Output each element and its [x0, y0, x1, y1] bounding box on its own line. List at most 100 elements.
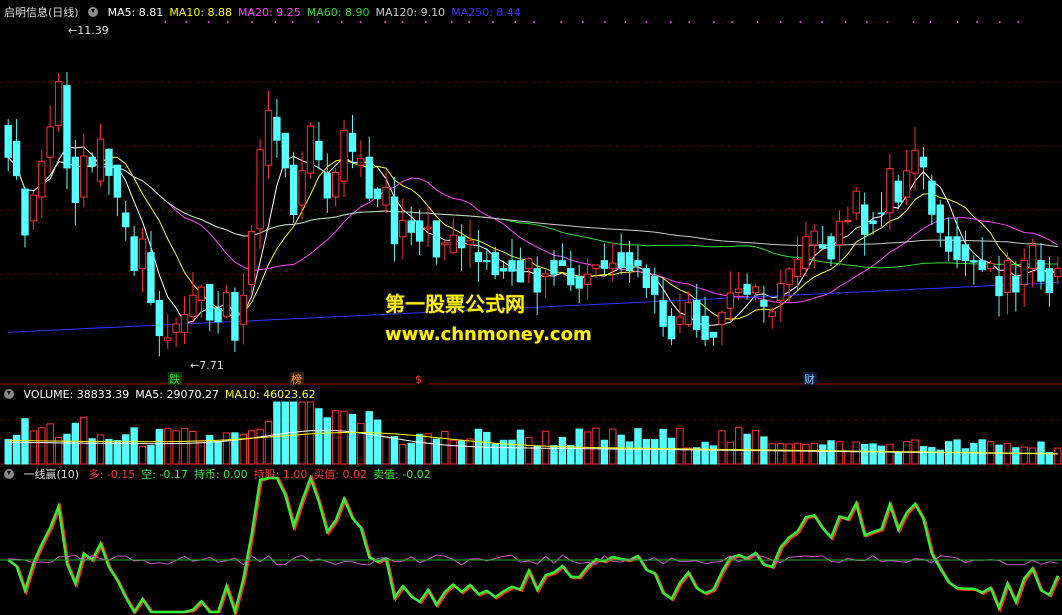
candle-body	[936, 204, 944, 233]
signal-dot	[929, 21, 932, 23]
signal-dot	[401, 21, 404, 23]
candle-body	[206, 284, 214, 321]
candle-body	[541, 273, 550, 278]
candle-body	[810, 230, 818, 246]
volume-bar	[122, 434, 130, 465]
volume-bar	[348, 413, 357, 465]
volume-bar	[827, 440, 835, 465]
volume-bar	[483, 431, 491, 465]
volume-bar	[180, 427, 189, 465]
candle-body	[1003, 260, 1012, 293]
candle-body	[122, 212, 130, 228]
volume-bar	[138, 445, 147, 465]
volume-bar	[197, 440, 206, 465]
volume-bar	[659, 428, 667, 465]
signal-dot	[468, 21, 471, 23]
volume-bar	[928, 447, 936, 465]
volume-bar	[357, 422, 365, 465]
signal-dot	[274, 21, 277, 23]
candle-body	[12, 140, 21, 177]
volume-bar	[709, 445, 718, 465]
volume-bar	[130, 427, 138, 465]
volume-bar	[256, 428, 264, 465]
volume-bar	[172, 430, 180, 465]
candle-body	[264, 109, 273, 166]
candle-body	[424, 226, 432, 230]
signal-dot	[956, 21, 959, 23]
volume-bar	[96, 434, 105, 465]
candle-body	[113, 164, 122, 198]
volume-bar	[155, 429, 164, 465]
signal-dot	[688, 21, 691, 23]
volume-bar	[894, 452, 902, 465]
volume-bar	[29, 430, 38, 465]
volume-bar	[21, 418, 29, 465]
candle-body	[844, 219, 852, 222]
volume-bar	[1020, 446, 1028, 465]
volume-bar	[676, 427, 684, 465]
volume-bar	[651, 439, 659, 465]
candle-body	[768, 311, 777, 317]
candle-body	[575, 276, 583, 289]
volume-bar	[970, 443, 978, 465]
volume-bar	[869, 443, 877, 465]
candle-body	[147, 252, 155, 304]
volume-bar	[978, 439, 986, 465]
candle-body	[105, 148, 113, 176]
signal-dot	[669, 21, 672, 23]
volume-bar	[886, 443, 894, 465]
volume-bar	[164, 428, 172, 465]
high-label: ←11.39	[68, 24, 109, 37]
volume-bar	[785, 443, 793, 465]
candle-body	[777, 283, 785, 301]
signal-dot	[603, 21, 606, 23]
candle-body	[415, 220, 424, 242]
candle-body	[340, 129, 348, 182]
candle-body	[928, 180, 936, 215]
candle-body	[172, 323, 180, 333]
volume-bar	[726, 441, 735, 465]
candle-body	[659, 299, 667, 327]
volume-bar	[995, 444, 1003, 465]
candle-body	[558, 260, 567, 267]
signal-dot	[998, 21, 1001, 23]
candle-body	[550, 260, 558, 275]
volume-bar	[315, 408, 323, 465]
volume-bar	[373, 419, 382, 465]
candle-body	[1037, 260, 1045, 282]
watermark-title: 第一股票公式网	[385, 292, 525, 316]
volume-bar	[189, 431, 197, 465]
signal-dot	[185, 21, 188, 23]
candle-body	[164, 337, 172, 341]
volume-bar	[609, 428, 617, 465]
volume-bar	[432, 438, 441, 465]
candle-body	[953, 236, 961, 261]
volume-bar	[63, 433, 71, 465]
volume-bar	[415, 433, 424, 465]
candle-body	[508, 260, 516, 272]
candle-body	[29, 194, 38, 222]
volume-bar	[743, 433, 751, 465]
candle-body	[373, 188, 382, 200]
volume-bar	[558, 437, 567, 465]
volume-bar	[306, 401, 315, 465]
candle-body	[357, 158, 365, 166]
signal-dot	[291, 21, 294, 23]
candle-body	[902, 170, 911, 198]
candle-body	[281, 132, 289, 169]
candle-body	[63, 85, 71, 169]
indicator-short-line	[7, 474, 1059, 615]
candle-body	[96, 138, 105, 182]
volume-bar	[323, 417, 331, 465]
volume-bar	[46, 423, 54, 465]
candle-body	[701, 315, 709, 340]
volume-bar	[533, 445, 541, 465]
volume-bar	[575, 428, 583, 465]
signal-dot	[226, 21, 229, 23]
volume-bar	[71, 422, 80, 465]
signal-dot	[533, 21, 536, 23]
signal-dot	[581, 21, 584, 23]
candle-body	[609, 262, 617, 270]
low-label: ←7.71	[190, 359, 224, 372]
signal-dot	[207, 21, 210, 23]
